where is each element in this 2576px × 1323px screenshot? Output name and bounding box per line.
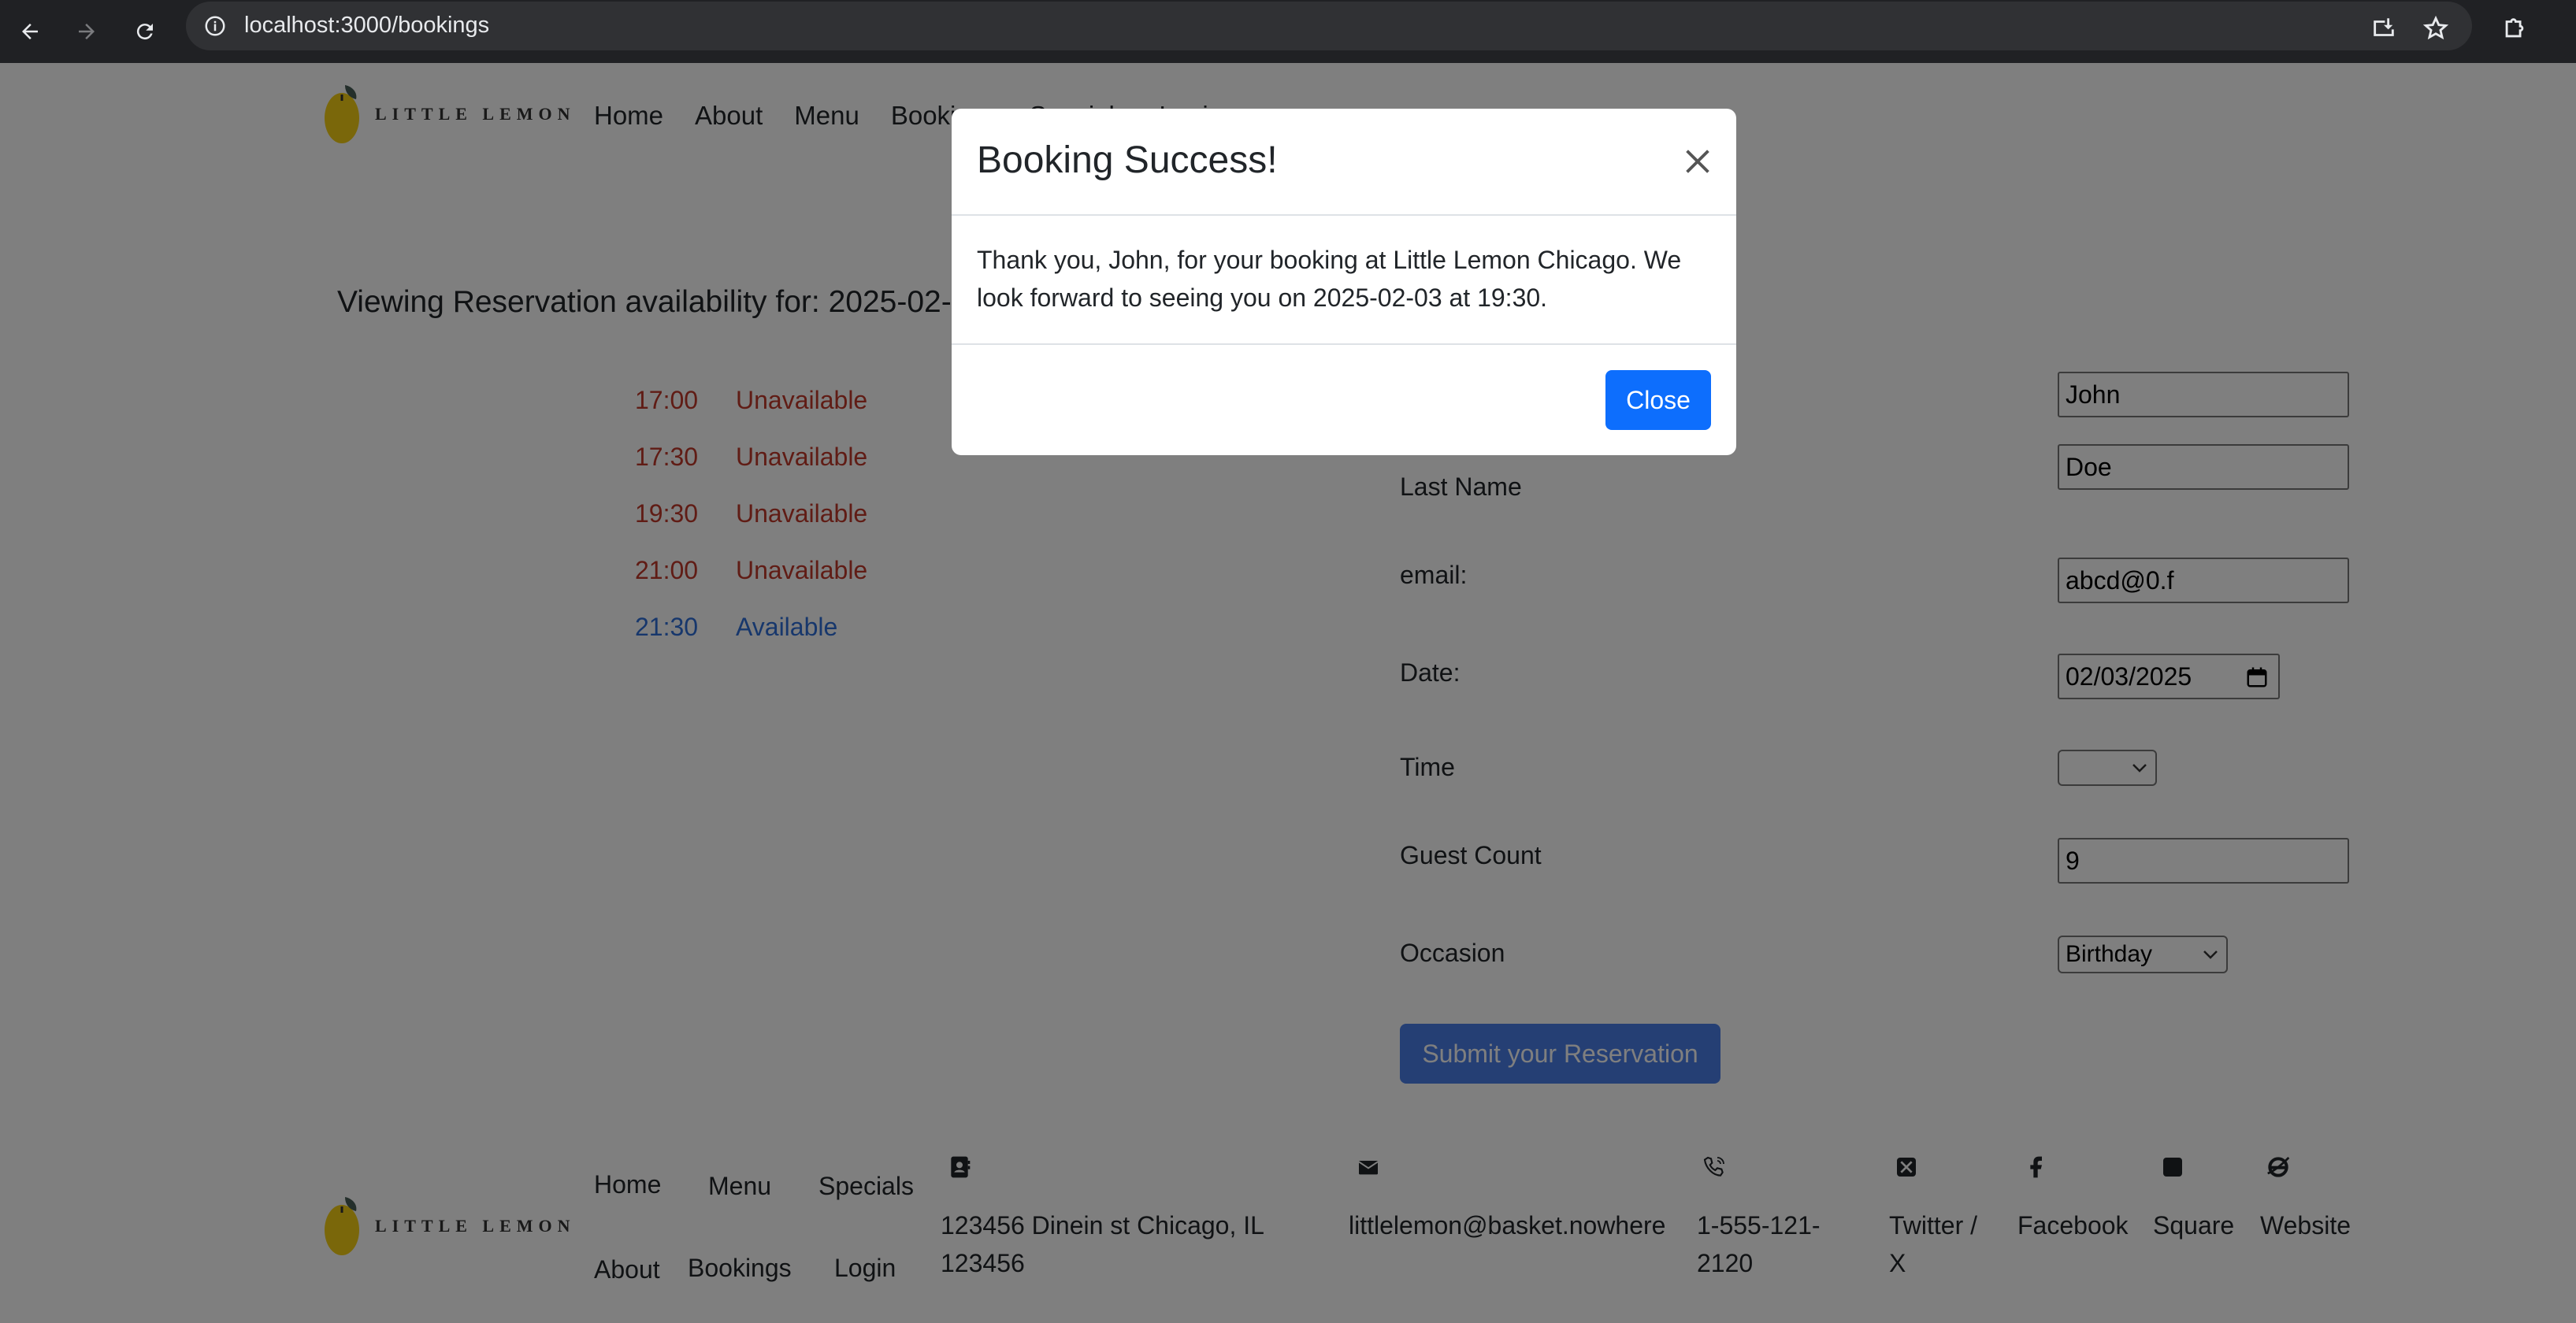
- modal-body: Thank you, John, for your booking at Lit…: [977, 246, 1682, 312]
- modal-title: Booking Success!: [977, 139, 1278, 181]
- close-button[interactable]: Close: [1605, 370, 1711, 430]
- reload-icon: [136, 24, 153, 40]
- install-icon: [2374, 18, 2394, 36]
- bookmark-button[interactable]: [2417, 9, 2455, 47]
- modal-footer: Close: [952, 343, 1736, 455]
- booking-success-modal: Booking Success! Thank you, John, for yo…: [952, 109, 1736, 455]
- browser-toolbar: localhost:3000/bookings: [0, 0, 2576, 63]
- star-icon: [2422, 15, 2449, 40]
- address-bar[interactable]: localhost:3000/bookings: [186, 2, 2472, 50]
- reload-button[interactable]: [126, 13, 164, 50]
- forward-button[interactable]: [68, 13, 106, 50]
- arrow-left-icon: [22, 24, 38, 39]
- modal-header: Booking Success!: [952, 109, 1736, 216]
- extensions-button[interactable]: [2496, 9, 2533, 47]
- install-app-button[interactable]: [2365, 9, 2403, 47]
- arrow-right-icon: [79, 24, 95, 39]
- back-button[interactable]: [11, 13, 49, 50]
- close-icon[interactable]: [1680, 143, 1716, 180]
- puzzle-icon: [2505, 18, 2524, 38]
- site-info-icon[interactable]: [203, 14, 227, 38]
- url-text: localhost:3000/bookings: [244, 13, 490, 38]
